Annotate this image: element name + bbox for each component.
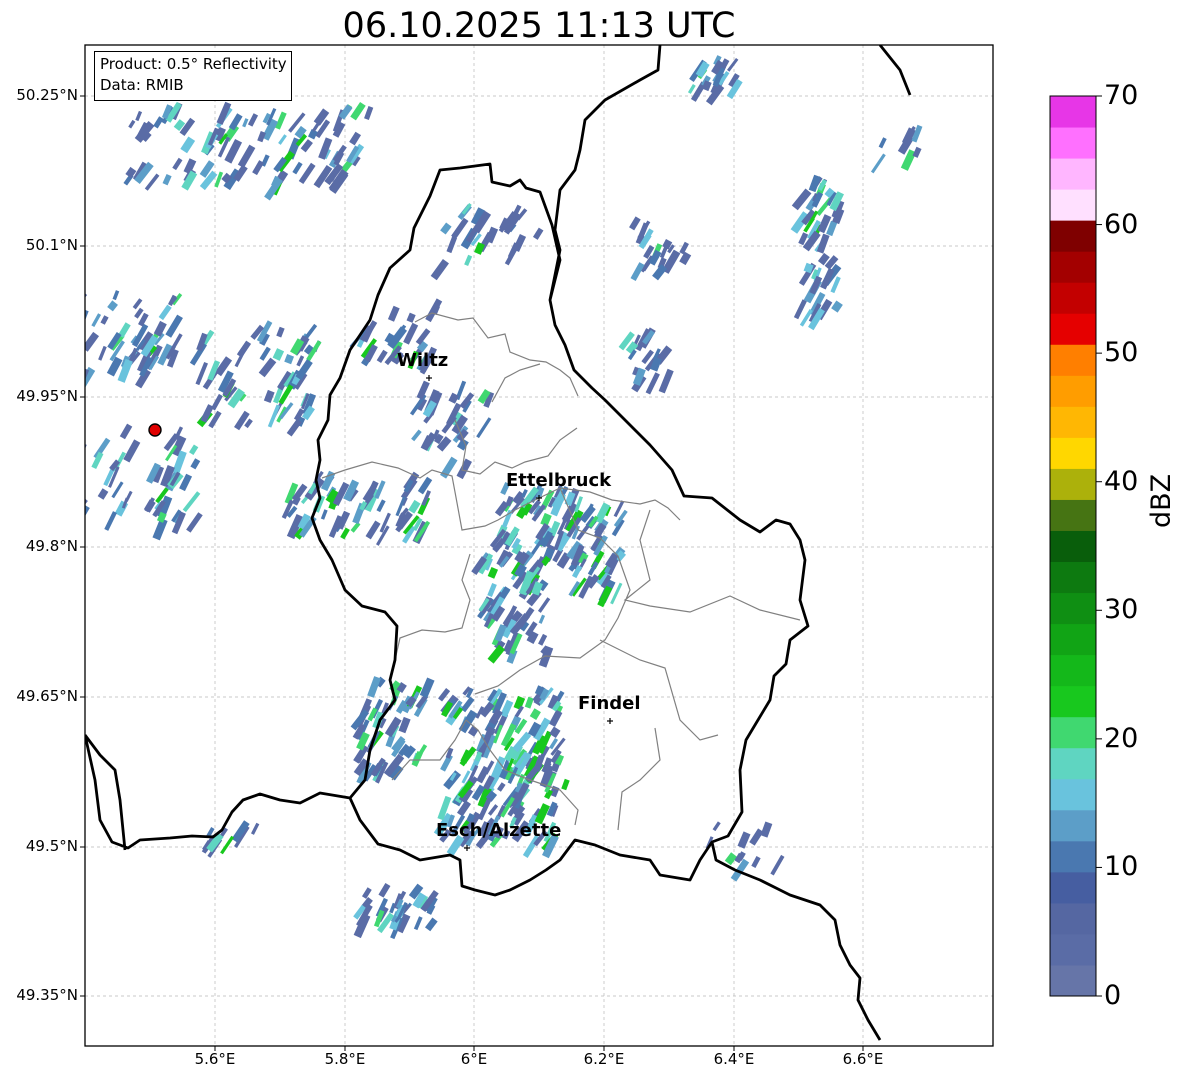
colorbar-cell <box>1050 592 1096 625</box>
colorbar-cell <box>1050 282 1096 314</box>
colorbar-tick-label: 70 <box>1104 80 1139 111</box>
colorbar-tick-label: 10 <box>1104 851 1139 882</box>
colorbar-cell <box>1050 964 1096 997</box>
colorbar-tick-label: 30 <box>1104 594 1139 625</box>
colorbar-cell <box>1050 468 1096 500</box>
colorbar-tick-label: 20 <box>1104 723 1139 754</box>
colorbar-cell <box>1050 623 1096 656</box>
colorbar-cell <box>1050 561 1096 594</box>
colorbar-cell <box>1050 933 1096 966</box>
colorbar-cell <box>1050 778 1096 811</box>
colorbar-cell <box>1050 313 1096 345</box>
colorbar-cell <box>1050 251 1096 283</box>
colorbar <box>1049 95 1102 997</box>
colorbar-cell <box>1050 406 1096 438</box>
colorbar-cell <box>1050 809 1096 842</box>
colorbar-cell <box>1050 530 1096 563</box>
colorbar-cell <box>1050 189 1096 221</box>
colorbar-tick-label: 40 <box>1104 466 1139 497</box>
colorbar-cell <box>1050 220 1096 252</box>
colorbar-cell <box>1050 716 1096 749</box>
colorbar-cell <box>1050 127 1096 159</box>
colorbar-cell <box>1050 871 1096 904</box>
colorbar-tick-label: 0 <box>1104 980 1122 1011</box>
colorbar-cell <box>1050 654 1096 687</box>
colorbar-label: dBZ <box>1146 473 1177 528</box>
colorbar-tick-label: 50 <box>1104 337 1139 368</box>
colorbar-cell <box>1050 840 1096 873</box>
colorbar-cell <box>1050 158 1096 190</box>
colorbar-cell <box>1050 499 1096 531</box>
colorbar-cell <box>1050 685 1096 718</box>
colorbar-tick-label: 60 <box>1104 209 1139 240</box>
colorbar-cell <box>1050 902 1096 935</box>
colorbar-cell <box>1050 96 1096 128</box>
colorbar-cell <box>1050 375 1096 407</box>
colorbar-cell <box>1050 747 1096 780</box>
colorbar-cell <box>1050 437 1096 469</box>
colorbar-cell <box>1050 344 1096 376</box>
